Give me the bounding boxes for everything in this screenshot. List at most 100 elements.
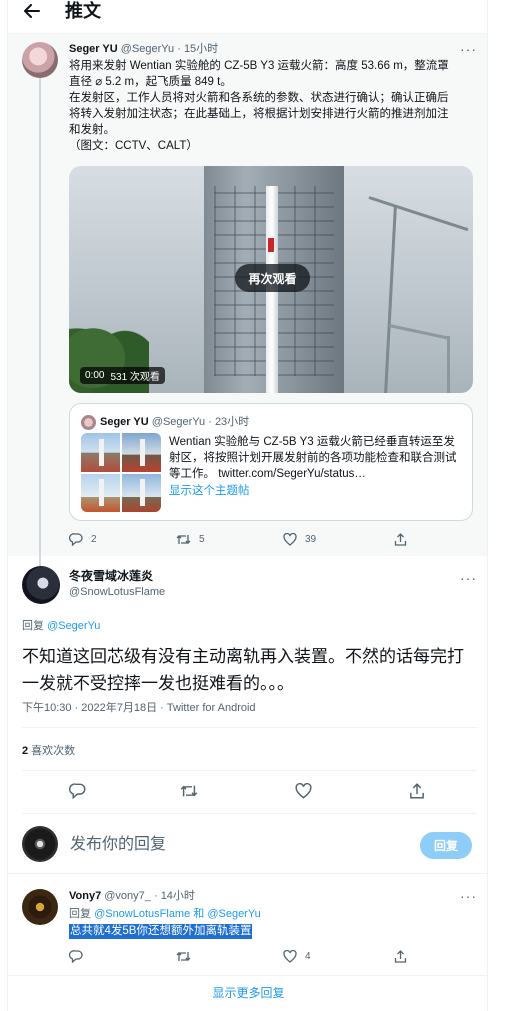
top-bar: 推文 xyxy=(8,0,487,26)
tweet-text: 将用来发射 Wentian 实验舱的 CZ-5B Y3 运载火箭：高度 53.6… xyxy=(69,58,473,154)
thread-line xyxy=(39,78,41,598)
likes-summary[interactable]: 2 喜欢次数 xyxy=(22,744,75,758)
tweet-time[interactable]: · 14小时 xyxy=(154,890,195,902)
video-frame-lamp xyxy=(388,324,449,340)
retweet-button[interactable] xyxy=(180,783,198,799)
tweet-text: 不知道这回芯级有没有主动离轨再入装置。不然的话每完打一发就不受控摔一发也挺难看的… xyxy=(22,647,464,693)
retweet-icon xyxy=(180,785,198,797)
share-icon xyxy=(394,950,407,963)
parent-tweet[interactable]: Seger YU @SegerYu · 15小时 ··· 将用来发射 Wenti… xyxy=(8,33,487,598)
text-line: 和发射。 xyxy=(69,124,115,136)
avatar[interactable] xyxy=(22,566,60,604)
reply-icon xyxy=(69,950,83,963)
thumbnail-image[interactable] xyxy=(122,473,161,512)
reply-submit-button[interactable]: 回复 xyxy=(420,832,472,859)
author-handle[interactable]: @SegerYu xyxy=(121,43,174,55)
reply-composer: 发布你的回复 回复 xyxy=(8,818,487,874)
heart-icon xyxy=(295,783,312,799)
page-title: 推文 xyxy=(65,1,101,21)
share-icon xyxy=(410,783,424,799)
share-button[interactable] xyxy=(409,783,425,799)
avatar xyxy=(81,415,96,430)
reply-input[interactable]: 发布你的回复 xyxy=(70,835,166,855)
reply-button[interactable]: 2 xyxy=(69,533,97,546)
tweet-text-selected: 总共就4发5B你还想额外加离轨装置 xyxy=(69,924,253,939)
retweet-count: 5 xyxy=(199,534,205,545)
video-views: 531 次观看 xyxy=(110,372,160,383)
tweet-meta: Vony7 @vony7_ · 14小时 xyxy=(69,889,195,903)
video-time: 0:00 xyxy=(85,370,105,381)
retweet-icon xyxy=(176,535,191,544)
heart-icon xyxy=(283,533,297,546)
avatar[interactable] xyxy=(22,889,58,925)
like-button[interactable] xyxy=(295,783,312,799)
like-count: 39 xyxy=(305,534,317,545)
show-thread-link[interactable]: 显示这个主题帖 xyxy=(169,483,250,499)
arrow-left-icon[interactable] xyxy=(20,0,44,22)
share-button[interactable] xyxy=(394,950,407,963)
tweet-meta: Seger YU @SegerYu · 23小时 xyxy=(100,415,249,429)
like-button[interactable]: 4 xyxy=(283,950,311,963)
show-more-replies-link[interactable]: 显示更多回复 xyxy=(8,985,487,1001)
author-name[interactable]: Seger YU xyxy=(69,43,118,55)
retweet-button[interactable] xyxy=(176,950,191,963)
heart-icon xyxy=(283,950,297,963)
thumbnail-image[interactable] xyxy=(122,433,161,472)
text-line: 将转入发射加注状态；在此基础上，将根据计划安排进行火箭的推进剂加注 xyxy=(69,108,449,120)
reply-prefix: 回复 xyxy=(69,908,95,920)
video-time-badge: 0:00 531 次观看 xyxy=(80,367,165,384)
author-name: Seger YU xyxy=(100,416,149,428)
share-button[interactable] xyxy=(394,533,407,546)
video-player[interactable]: 再次观看 0:00 531 次观看 xyxy=(69,166,473,393)
author-handle[interactable]: @SnowLotusFlame xyxy=(69,585,165,599)
divider xyxy=(22,727,477,728)
more-icon[interactable]: ··· xyxy=(460,571,477,585)
reply-button[interactable] xyxy=(69,950,83,963)
retweet-icon xyxy=(176,952,191,961)
text-line: 直径 ⌀ 5.2 m，起飞质量 849 t。 xyxy=(69,76,232,88)
tweet-time[interactable]: · 15小时 xyxy=(177,43,218,55)
reply-prefix: 回复 xyxy=(22,620,48,632)
author-name[interactable]: Vony7 xyxy=(69,890,101,902)
reply-tweet[interactable]: Vony7 @vony7_ · 14小时 ··· 回复 @SnowLotusFl… xyxy=(8,880,487,976)
quoted-text: Wentian 实验舱与 CZ-5B Y3 运载火箭已经垂直转运至发射区，将按照… xyxy=(169,436,457,480)
replay-button[interactable]: 再次观看 xyxy=(235,264,310,292)
retweet-button[interactable]: 5 xyxy=(176,533,205,546)
reply-to-link[interactable]: @SnowLotusFlame 和 @SegerYu xyxy=(94,908,261,920)
author-handle[interactable]: @vony7_ xyxy=(104,890,151,902)
tweet-detail-page: 推文 Seger YU @SegerYu · 15小时 ··· 将用来发射 We… xyxy=(7,0,488,1011)
more-icon[interactable]: ··· xyxy=(460,42,477,56)
text-line: 在发射区，工作人员将对火箭和各系统的参数、状态进行确认；确认正确后 xyxy=(69,92,449,104)
divider xyxy=(22,813,477,814)
author-name[interactable]: 冬夜雪域冰莲炎 xyxy=(69,569,153,584)
quoted-tweet-card[interactable]: Seger YU @SegerYu · 23小时 Wentian 实验舱与 CZ… xyxy=(69,403,473,521)
tweet-time: · 23小时 xyxy=(208,416,250,428)
tweet-meta: Seger YU @SegerYu · 15小时 xyxy=(69,42,218,56)
video-frame-pole xyxy=(447,336,450,393)
like-count: 4 xyxy=(305,951,311,962)
divider xyxy=(22,770,477,771)
reply-count: 2 xyxy=(91,534,97,545)
avatar xyxy=(22,826,58,862)
video-frame-lamp xyxy=(368,196,469,232)
avatar[interactable] xyxy=(22,42,58,78)
thumbnail-image[interactable] xyxy=(81,473,120,512)
author-handle: @SegerYu xyxy=(151,416,206,428)
reply-icon xyxy=(69,783,86,799)
tweet-timestamp[interactable]: 下午10:30 · 2022年7月18日 · Twitter for Andro… xyxy=(22,701,256,715)
more-icon[interactable]: ··· xyxy=(460,889,477,903)
video-frame-pole xyxy=(384,206,397,393)
image-grid[interactable] xyxy=(81,433,161,512)
share-icon xyxy=(394,533,407,546)
thumbnail-image[interactable] xyxy=(81,433,120,472)
text-line: （图文：CCTV、CALT） xyxy=(69,140,198,152)
reply-button[interactable] xyxy=(69,783,86,799)
reply-context: 回复 @SegerYu xyxy=(22,619,100,633)
video-frame-flag xyxy=(268,238,274,252)
reply-context: 回复 @SnowLotusFlame 和 @SegerYu xyxy=(69,907,261,921)
like-button[interactable]: 39 xyxy=(283,533,316,546)
likes-label: 喜欢次数 xyxy=(28,745,76,757)
reply-icon xyxy=(69,533,83,546)
reply-to-link[interactable]: @SegerYu xyxy=(47,620,100,632)
text-line: 将用来发射 Wentian 实验舱的 CZ-5B Y3 运载火箭：高度 53.6… xyxy=(69,60,449,72)
